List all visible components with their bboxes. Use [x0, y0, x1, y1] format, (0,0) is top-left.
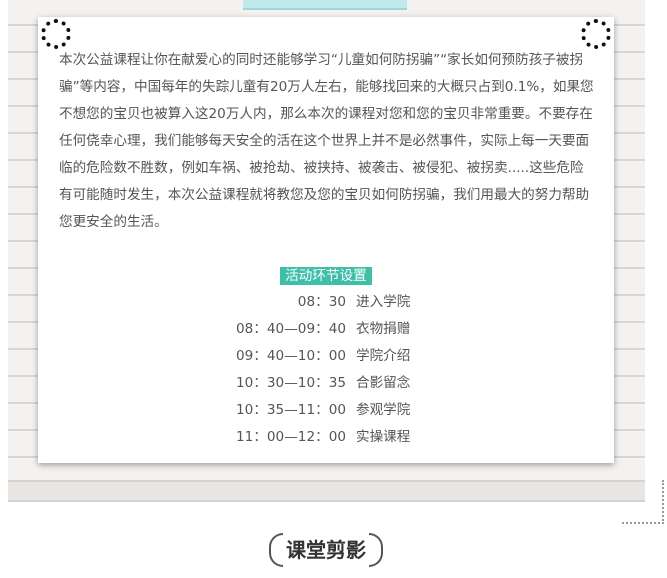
schedule-time: 10：35—11：00	[236, 402, 346, 418]
schedule-item: 08：30 进入学院	[38, 289, 614, 316]
schedule-item: 10：35—11：00 参观学院	[38, 397, 614, 424]
schedule-time: 08：30	[297, 294, 346, 310]
intro-paragraph: 本次公益课程让你在献爱心的同时还能够学习“儿童如何防拐骗”“家长如何预防孩子被拐…	[59, 52, 594, 230]
info-card: 本次公益课程让你在献爱心的同时还能够学习“儿童如何防拐骗”“家长如何预防孩子被拐…	[38, 17, 614, 463]
dotted-ring-icon	[581, 19, 611, 49]
schedule-activity: 实操课程	[356, 429, 411, 445]
tape-strip	[243, 0, 407, 10]
schedule-item: 10：30—10：35 合影留念	[38, 370, 614, 397]
schedule-activity: 合影留念	[356, 375, 411, 391]
schedule-item: 08：40—09：40 衣物捐赠	[38, 316, 614, 343]
schedule-activity: 进入学院	[356, 294, 411, 310]
schedule-title: 活动环节设置	[280, 267, 372, 285]
schedule-item: 09：40—10：00 学院介绍	[38, 343, 614, 370]
wood-bottom-strip	[8, 480, 645, 502]
schedule-activity: 衣物捐赠	[356, 321, 411, 337]
schedule-activity: 学院介绍	[356, 348, 411, 364]
schedule-time: 09：40—10：00	[236, 348, 346, 364]
footer-section-title: 课堂剪影	[286, 538, 366, 562]
schedule-time: 08：40—09：40	[236, 321, 346, 337]
schedule-activity: 参观学院	[356, 402, 411, 418]
dotted-corner-decoration	[622, 480, 664, 524]
dotted-ring-icon	[41, 19, 71, 49]
schedule-item: 11：00—12：00 实操课程	[38, 424, 614, 451]
schedule-time: 11：00—12：00	[236, 429, 346, 445]
schedule-time: 10：30—10：35	[236, 375, 346, 391]
schedule-list: 08：30 进入学院 08：40—09：40 衣物捐赠 09：40—10：00 …	[38, 289, 614, 451]
